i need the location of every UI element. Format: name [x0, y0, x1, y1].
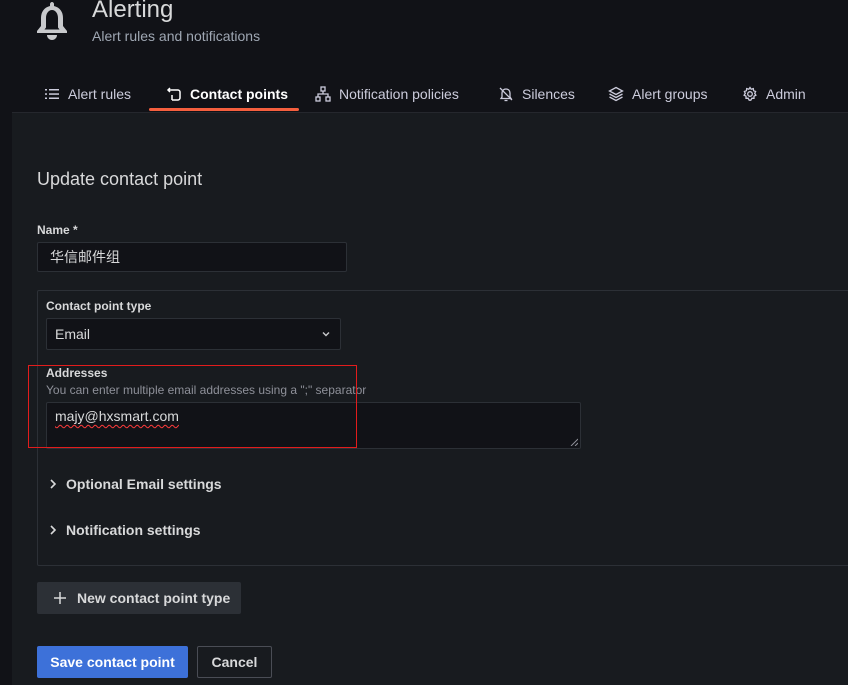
- new-contact-point-type-button[interactable]: New contact point type: [37, 582, 241, 614]
- name-input[interactable]: 华信邮件组: [37, 242, 347, 272]
- new-contact-point-type-label: New contact point type: [77, 590, 231, 606]
- bell-icon: [34, 0, 70, 40]
- notification-settings-label: Notification settings: [66, 522, 201, 538]
- cog-icon: [743, 86, 757, 101]
- tab-label: Alert rules: [68, 86, 132, 102]
- chevron-right-icon: [50, 525, 57, 535]
- contact-type-select[interactable]: Email: [46, 318, 341, 350]
- tab-contact-points[interactable]: Contact points: [166, 76, 288, 112]
- tab-admin[interactable]: Admin: [742, 76, 806, 112]
- page-title: Alerting: [92, 0, 174, 23]
- addresses-label: Addresses: [46, 366, 108, 380]
- optional-email-settings-label: Optional Email settings: [66, 476, 222, 492]
- page-subtitle: Alert rules and notifications: [92, 28, 261, 44]
- tab-label: Notification policies: [339, 86, 459, 102]
- tab-label: Silences: [522, 86, 575, 102]
- contact-type-label: Contact point type: [46, 299, 152, 313]
- tab-notification-policies[interactable]: Notification policies: [315, 76, 459, 112]
- sitemap-icon: [315, 86, 331, 102]
- bell-slash-icon: [499, 87, 513, 102]
- tab-alert-groups[interactable]: Alert groups: [608, 76, 707, 112]
- addresses-value: majy@hxsmart.com: [55, 408, 179, 424]
- optional-email-settings-toggle[interactable]: Optional Email settings: [46, 476, 222, 492]
- save-contact-point-button[interactable]: Save contact point: [37, 646, 188, 678]
- contact-type-value: Email: [55, 326, 91, 342]
- tab-silences[interactable]: Silences: [498, 76, 575, 112]
- tab-alert-rules[interactable]: Alert rules: [44, 76, 131, 112]
- cancel-button[interactable]: Cancel: [197, 646, 272, 678]
- addresses-textarea[interactable]: majy@hxsmart.com: [46, 402, 581, 449]
- active-tab-indicator: [149, 108, 299, 111]
- plus-icon: [54, 592, 66, 604]
- list-icon: [45, 89, 59, 99]
- comment-alt-icon: [166, 87, 181, 101]
- addresses-description: You can enter multiple email addresses u…: [46, 383, 367, 397]
- layer-group-icon: [608, 86, 624, 102]
- name-value: 华信邮件组: [50, 249, 120, 265]
- name-label: Name *: [37, 223, 78, 237]
- tab-label: Contact points: [190, 86, 288, 102]
- tab-label: Alert groups: [632, 86, 708, 102]
- chevron-right-icon: [50, 479, 57, 489]
- form-title: Update contact point: [37, 169, 203, 189]
- chevron-down-icon: [322, 332, 330, 337]
- notification-settings-toggle[interactable]: Notification settings: [46, 522, 201, 538]
- tab-label: Admin: [766, 86, 806, 102]
- tab-bar: Alert rules Contact points Notification …: [0, 76, 848, 112]
- resize-grip-icon[interactable]: [570, 438, 578, 446]
